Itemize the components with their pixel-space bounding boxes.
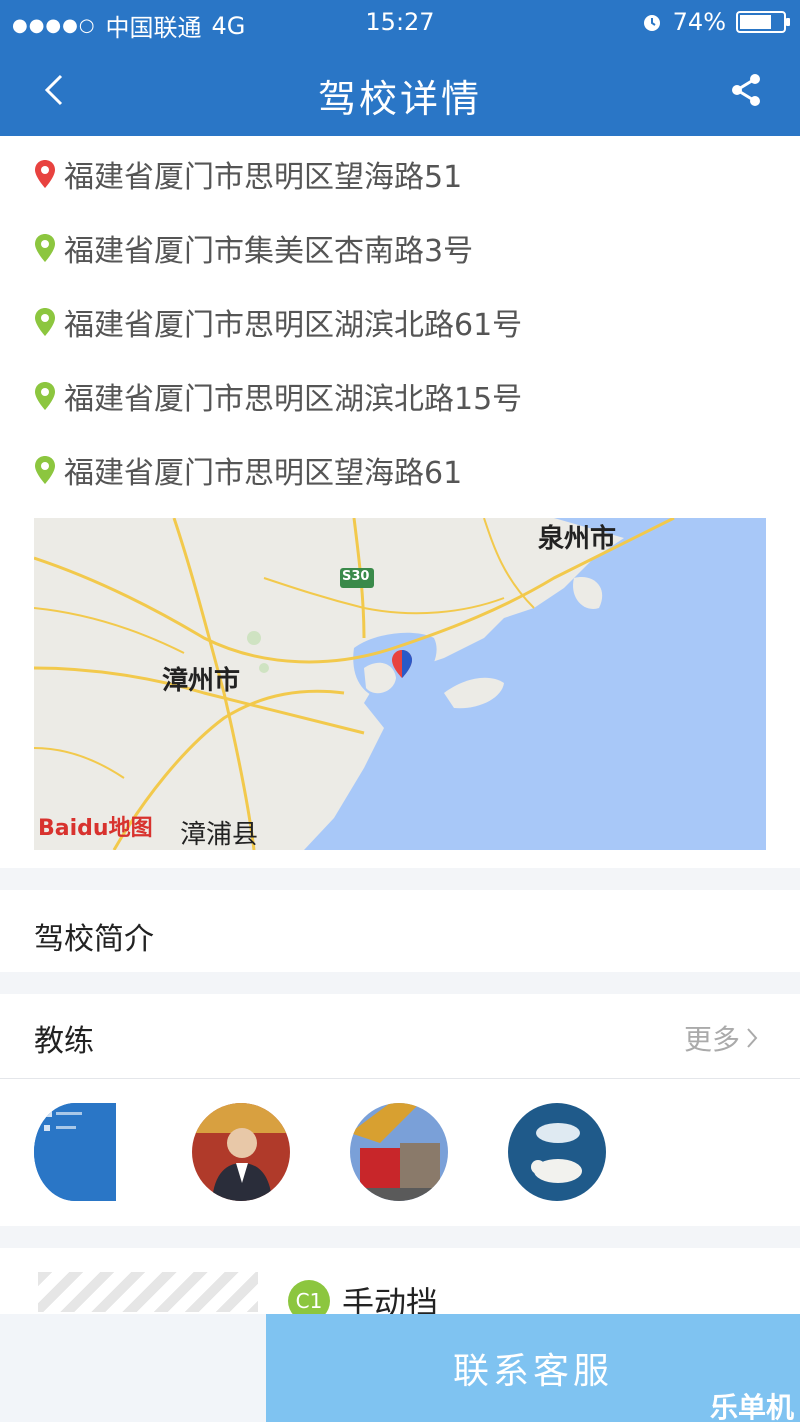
battery-fill xyxy=(740,15,772,29)
address-item[interactable]: 福建省厦门市思明区望海路51 xyxy=(34,154,463,195)
address-item[interactable]: 福建省厦门市集美区杏南路3号 xyxy=(34,228,474,269)
avatar-image xyxy=(508,1103,606,1201)
share-icon xyxy=(732,74,760,106)
address-text: 福建省厦门市思明区湖滨北路61号 xyxy=(64,308,523,343)
address-text: 福建省厦门市思明区望海路51 xyxy=(64,160,463,195)
address-item[interactable]: 福建省厦门市思明区望海路61 xyxy=(34,450,463,491)
nav-bar: 驾校详情 xyxy=(0,44,800,136)
location-pin-icon xyxy=(35,160,55,188)
page-title: 驾校详情 xyxy=(317,77,482,121)
address-item[interactable]: 福建省厦门市思明区湖滨北路15号 xyxy=(34,376,523,417)
avatar-image xyxy=(34,1103,116,1201)
package-image-placeholder xyxy=(38,1272,258,1312)
intro-label: 驾校简介 xyxy=(34,922,154,957)
coach-avatar[interactable] xyxy=(192,1103,290,1201)
avatar-image xyxy=(192,1103,290,1201)
address-text: 福建省厦门市思明区望海路61 xyxy=(64,456,463,491)
map-label-zhangzhou: 漳州市 xyxy=(162,666,241,696)
coach-section-header: 教练 更多 xyxy=(0,994,800,1078)
map-label-zhangpu: 漳浦县 xyxy=(180,820,259,850)
baidu-logo: Baidu地图 xyxy=(38,816,153,841)
map-label-quanzhou: 泉州市 xyxy=(538,524,617,554)
road-shield-label: S30 xyxy=(342,569,370,584)
address-item[interactable]: 福建省厦门市思明区湖滨北路61号 xyxy=(34,302,523,343)
coach-label: 教练 xyxy=(34,1024,94,1059)
coach-avatar[interactable] xyxy=(350,1103,448,1201)
location-pin-icon xyxy=(35,382,55,410)
coach-avatars xyxy=(0,1078,800,1226)
address-text: 福建省厦门市思明区湖滨北路15号 xyxy=(64,382,523,417)
chevron-right-icon xyxy=(747,1028,758,1048)
avatar-image xyxy=(350,1103,448,1201)
package-item[interactable]: C1 手动挡 xyxy=(0,1248,800,1322)
coach-avatar[interactable] xyxy=(508,1103,606,1201)
battery-icon xyxy=(736,11,790,33)
coach-avatar[interactable] xyxy=(34,1103,116,1201)
location-pin-icon xyxy=(35,456,55,484)
status-bar: ●●●●○ 中国联通 4G 15:27 74% xyxy=(0,0,800,44)
share-button[interactable] xyxy=(722,66,770,114)
watermark-logo: 乐单机 xyxy=(709,1391,794,1422)
alarm-icon xyxy=(643,15,660,31)
bottom-bar: 联系客服 xyxy=(0,1314,800,1422)
address-text: 福建省厦门市集美区杏南路3号 xyxy=(64,234,474,269)
location-pin-icon xyxy=(35,234,55,262)
intro-section[interactable]: 驾校简介 xyxy=(0,890,800,972)
more-label: 更多 xyxy=(683,1023,740,1056)
status-right: 74% xyxy=(641,8,790,36)
more-coaches-link[interactable]: 更多 xyxy=(684,1018,758,1058)
battery-percent: 74% xyxy=(672,8,726,36)
bottom-bar-left xyxy=(0,1314,266,1422)
map-view[interactable]: 泉州市 漳州市 漳浦县 S30 Baidu地图 xyxy=(34,518,766,850)
map-tiles xyxy=(34,518,766,850)
location-pin-icon xyxy=(35,308,55,336)
address-section: 福建省厦门市思明区望海路51 福建省厦门市集美区杏南路3号 福建省厦门市思明区湖… xyxy=(0,136,800,868)
